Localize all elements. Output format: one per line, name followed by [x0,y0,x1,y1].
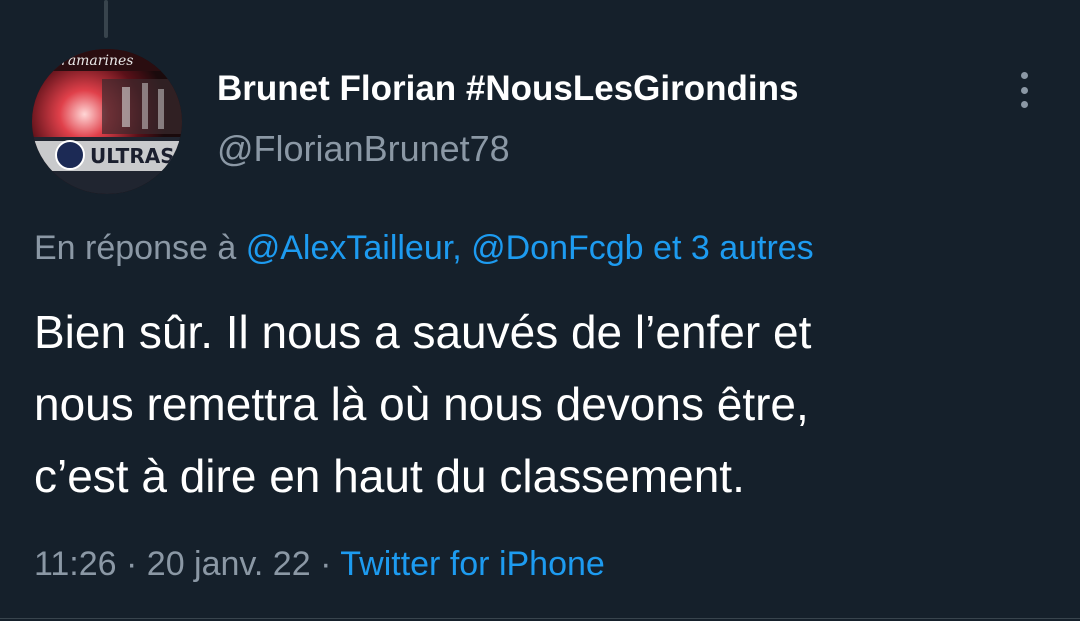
reply-prefix: En réponse à [34,229,246,267]
thread-connector-line [104,0,108,38]
others-link[interactable]: et 3 autres [653,229,814,267]
avatar-banner-text: ultramarines [42,53,133,69]
author-handle[interactable]: @FlorianBrunet78 [217,126,798,172]
reply-context: En réponse à @AlexTailleur, @DonFcgb et … [34,226,814,270]
more-options-icon[interactable] [1008,70,1040,110]
tweet-header: Brunet Florian #NousLesGirondins @Floria… [217,66,798,172]
tweet-body: Bien sûr. Il nous a sauvés de l’enfer et… [34,296,1064,512]
tweet-source-link[interactable]: Twitter for iPhone [340,545,605,583]
divider [0,618,1080,619]
tweet-text-line: nous remettra là où nous devons être, [34,378,809,430]
more-dot [1020,86,1028,94]
tweet-date[interactable]: 20 janv. 22 [147,545,311,583]
avatar[interactable]: ULTRAS ultramarines [32,49,182,194]
separator: · [320,545,332,583]
mention-link[interactable]: @AlexTailleur, [246,229,462,267]
tweet-text-line: c’est à dire en haut du classement. [34,450,745,502]
separator: · [126,545,138,583]
avatar-image: ULTRAS ultramarines [32,49,182,194]
svg-text:ULTRAS: ULTRAS [90,144,175,168]
more-dot [1020,101,1028,108]
tweet-metadata: 11:26 · 20 janv. 22 · Twitter for iPhone [34,542,605,586]
more-dot [1020,72,1028,79]
mention-link[interactable]: @DonFcgb [471,229,643,267]
tweet-time[interactable]: 11:26 [34,545,117,583]
tweet-text-line: Bien sûr. Il nous a sauvés de l’enfer et [34,306,812,358]
author-display-name[interactable]: Brunet Florian #NousLesGirondins [217,66,798,112]
